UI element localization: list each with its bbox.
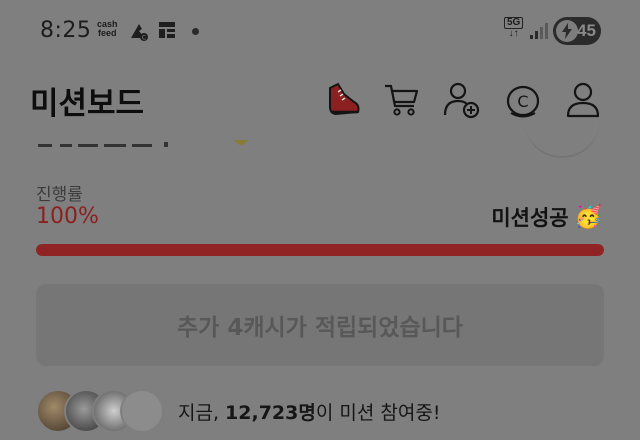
- participants-prefix: 지금,: [178, 401, 226, 424]
- cashfeed-line2: feed: [98, 28, 117, 38]
- cart-icon[interactable]: [382, 80, 422, 120]
- page-title: 미션보드: [30, 86, 145, 122]
- mission-success-status: 미션성공 🥳: [491, 202, 602, 232]
- profile-icon[interactable]: [563, 80, 603, 120]
- svg-text:C: C: [517, 92, 528, 111]
- status-time: 8:25: [40, 18, 92, 43]
- news-notification-icon: [159, 22, 175, 38]
- network-indicator: 5G ↓↑: [504, 17, 524, 39]
- battery-percent: 45: [577, 21, 596, 40]
- reward-claimed-button[interactable]: 추가 4캐시가 적립되었습니다: [36, 284, 604, 366]
- progress-value: 100%: [36, 204, 99, 229]
- participants-text: 지금, 12,723명이 미션 참여중!: [178, 398, 440, 425]
- notification-dot: [192, 28, 199, 35]
- progress-label: 진행률: [36, 185, 83, 205]
- add-friend-icon[interactable]: [442, 80, 482, 120]
- cashfeed-notification-icon: cash feed: [97, 20, 118, 38]
- participants-row: 지금, 12,723명이 미션 참여중!: [36, 388, 440, 434]
- coin-icon[interactable]: C: [503, 80, 543, 120]
- scrolled-circle-edge: [524, 118, 600, 158]
- progress-bar: [36, 244, 604, 256]
- tool-notification-icon: C: [131, 24, 148, 42]
- signal-icon: [530, 23, 548, 39]
- sneaker-icon[interactable]: [324, 80, 364, 120]
- party-face-icon: 🥳: [574, 204, 602, 230]
- battery-indicator: 45: [553, 17, 601, 45]
- charging-icon: [556, 20, 578, 42]
- participants-suffix: 이 미션 참여중!: [315, 401, 441, 424]
- status-bar: 8:25 cash feed C 5G ↓↑ 45: [0, 0, 640, 64]
- data-arrows-icon: ↓↑: [508, 28, 519, 39]
- participants-count: 12,723명: [225, 401, 316, 424]
- mission-success-text: 미션성공: [491, 206, 569, 230]
- avatar: [120, 389, 164, 433]
- progress-bar-fill: [36, 244, 604, 256]
- scrolled-emoji-edge: [234, 140, 248, 145]
- scrolled-content-edge: [38, 142, 168, 147]
- svg-text:C: C: [142, 35, 146, 42]
